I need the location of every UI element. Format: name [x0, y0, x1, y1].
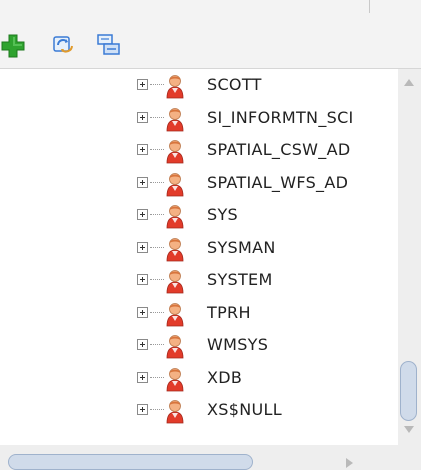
- tree-item-label: SYSMAN: [207, 237, 276, 257]
- tree-item-label: TPRH: [207, 302, 251, 322]
- separator-tick: [369, 0, 370, 13]
- user-icon: [164, 268, 186, 294]
- tree-connector-line: [150, 376, 164, 378]
- tree-item[interactable]: SI_INFORMTN_SCI: [0, 102, 398, 134]
- tree-item-label: WMSYS: [207, 335, 269, 354]
- tree-connector-line: [150, 311, 164, 313]
- scroll-down-arrow-icon[interactable]: [404, 426, 414, 433]
- user-icon: [164, 333, 186, 359]
- tree-item-label: SPATIAL_WFS_AD: [207, 172, 349, 192]
- tree-connector-line: [150, 409, 164, 410]
- scroll-up-arrow-icon[interactable]: [404, 79, 414, 86]
- horizontal-scroll-thumb[interactable]: [8, 454, 253, 470]
- tree-connector-line: [150, 181, 164, 183]
- tree-item[interactable]: WMSYS: [0, 329, 398, 361]
- expand-plus-icon[interactable]: [137, 176, 148, 188]
- vertical-scrollbar[interactable]: [398, 69, 421, 445]
- user-tree: SCOTT SI_INFORMTN_SCI SPATIAL_CSW_AD SPATIA…: [0, 69, 421, 445]
- filter-button[interactable]: [96, 32, 122, 58]
- user-icon: [164, 301, 186, 327]
- expand-plus-icon[interactable]: [137, 79, 148, 90]
- user-icon: [164, 366, 186, 392]
- tree-item-label: SI_INFORMTN_SCI: [207, 107, 354, 127]
- tree-connector-line: [150, 246, 164, 248]
- tree-connector-line: [150, 149, 164, 150]
- tree-item[interactable]: SYS: [0, 199, 398, 231]
- tree-item-label: SYSTEM: [207, 270, 273, 289]
- tree-connector-line: [150, 344, 164, 345]
- expand-plus-icon[interactable]: [137, 111, 148, 123]
- vertical-scroll-thumb[interactable]: [400, 361, 417, 421]
- filter-icon: [97, 34, 120, 55]
- window-top-strip: [0, 0, 421, 22]
- user-icon: [164, 106, 186, 132]
- tree-connector-line: [150, 279, 164, 280]
- add-user-button[interactable]: [0, 32, 26, 58]
- tree-item[interactable]: SPATIAL_WFS_AD: [0, 167, 398, 199]
- expand-plus-icon[interactable]: [137, 404, 148, 415]
- user-icon: [164, 73, 186, 99]
- expand-plus-icon[interactable]: [137, 339, 148, 350]
- tree-item-label: SYS: [207, 205, 238, 224]
- refresh-icon: [53, 36, 73, 53]
- expand-plus-icon[interactable]: [137, 274, 148, 285]
- tree-item[interactable]: XS$NULL: [0, 394, 398, 426]
- tree-item[interactable]: SPATIAL_CSW_AD: [0, 134, 398, 166]
- expand-plus-icon[interactable]: [137, 371, 148, 383]
- refresh-button[interactable]: [51, 32, 77, 58]
- tree-item-label: XDB: [207, 367, 243, 387]
- expand-plus-icon[interactable]: [137, 209, 148, 220]
- user-icon: [164, 138, 186, 164]
- tree-item-label: SCOTT: [207, 75, 262, 94]
- user-icon: [164, 203, 186, 229]
- tree-connector-line: [150, 116, 164, 118]
- expand-plus-icon[interactable]: [137, 241, 148, 253]
- user-icon: [164, 171, 186, 197]
- horizontal-scrollbar[interactable]: [0, 445, 398, 470]
- user-icon: [164, 236, 186, 262]
- tree-connector-line: [150, 214, 164, 215]
- tree-connector-line: [150, 84, 164, 85]
- scroll-right-arrow-icon[interactable]: [346, 458, 353, 468]
- expand-plus-icon[interactable]: [137, 306, 148, 318]
- tree-item[interactable]: SCOTT: [0, 69, 398, 101]
- tree-item-label: SPATIAL_CSW_AD: [207, 140, 351, 159]
- toolbar: [0, 22, 421, 69]
- user-icon: [164, 398, 186, 424]
- tree-item[interactable]: SYSMAN: [0, 232, 398, 264]
- tree-item[interactable]: TPRH: [0, 297, 398, 329]
- tree-item-label: XS$NULL: [207, 400, 282, 419]
- tree-item[interactable]: XDB: [0, 362, 398, 394]
- plus-icon: [1, 34, 25, 58]
- expand-plus-icon[interactable]: [137, 144, 148, 155]
- scrollbar-corner: [398, 445, 421, 470]
- tree-item[interactable]: SYSTEM: [0, 264, 398, 296]
